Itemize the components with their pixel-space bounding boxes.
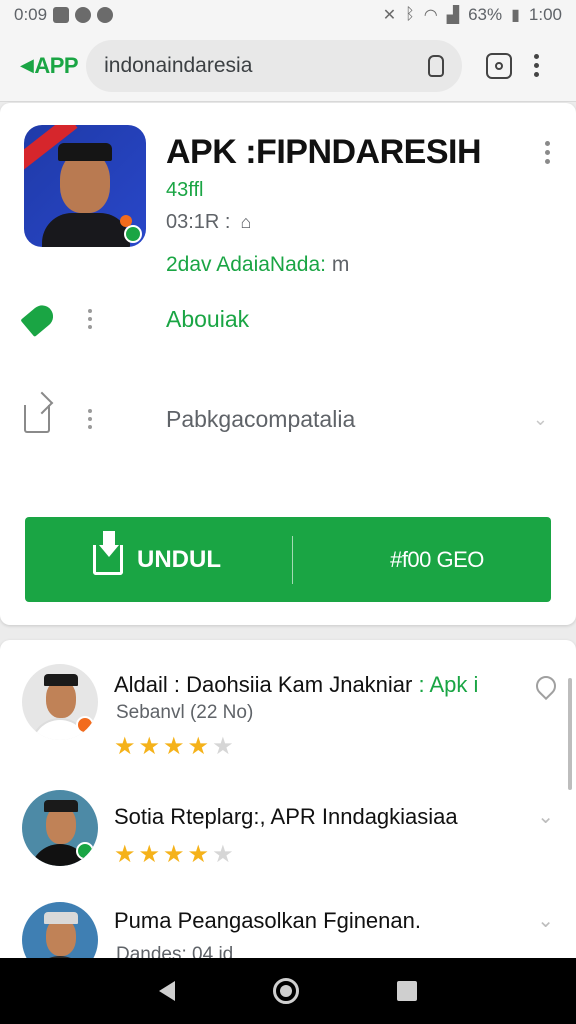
verified-icon <box>124 225 142 243</box>
app-description-suffix: m <box>331 253 350 276</box>
list-item[interactable]: Aldail : Daohsiia Kam Jnakniar : Apk i S… <box>0 660 576 770</box>
app-version: 43ffl <box>166 179 204 201</box>
app-description: 2dav AdaiaNada: m <box>166 253 349 277</box>
url-text[interactable]: indonaindaresia <box>104 54 428 78</box>
brand-text: APP <box>34 52 79 78</box>
lock-icon[interactable] <box>428 54 445 77</box>
list-item-subtitle: Sebanvl (22 No) <box>116 702 254 723</box>
compatibility-label: Pabkgacompatalia <box>166 405 356 432</box>
status-time: 0:09 <box>14 5 48 24</box>
brand-arrow-icon: ◀ <box>20 55 34 75</box>
app-description-text: 2dav AdaiaNada: <box>166 253 326 276</box>
star-icon: ★ <box>163 733 185 760</box>
browser-toolbar: ◀ APP indonaindaresia <box>0 30 576 102</box>
notification-icon <box>75 7 92 23</box>
star-icon: ★ <box>114 733 136 760</box>
system-nav-bar <box>0 958 576 1024</box>
app-icon[interactable] <box>24 125 146 247</box>
battery-percent: 63% <box>468 5 503 24</box>
download-button[interactable]: UNDUL #f00 GEO <box>25 517 551 602</box>
settings-icon <box>97 7 114 23</box>
avatar <box>22 902 98 958</box>
avatar <box>22 790 98 866</box>
app-size-row: 03:1R : ⌂ <box>166 211 251 234</box>
bluetooth-icon: ᛒ <box>405 6 415 23</box>
app-title: APK :FIPNDARESIH <box>166 133 482 171</box>
battery-icon: ▮ <box>511 7 520 24</box>
download-size: #f00 GEO <box>390 546 484 572</box>
pin-icon[interactable] <box>531 671 561 701</box>
chevron-down-icon[interactable]: ⌄ <box>537 908 554 933</box>
chevron-down-icon[interactable]: ⌄ <box>533 409 548 430</box>
list-item[interactable]: Sotia Rteplarg:, APR Inndagkiasiaa ★ ★ ★… <box>0 786 576 896</box>
rating-stars: ★ ★ ★ ★ ★ <box>114 840 234 869</box>
brand-logo[interactable]: ◀ APP <box>20 52 79 79</box>
signal-icon: ▟ <box>446 7 460 24</box>
app-menu-button[interactable] <box>545 141 550 164</box>
list-item-title: Aldail : Daohsiia Kam Jnakniar : Apk i <box>114 672 479 697</box>
back-icon[interactable] <box>159 981 175 1001</box>
status-bar: 0:09 ✕ ᛒ ◠ ▟ 63% ▮ 1:00 <box>0 0 576 30</box>
rating-icon: ⌂ <box>240 212 252 232</box>
home-icon[interactable] <box>273 978 299 1004</box>
list-item-title: Puma Peangasolkan Fginenan. <box>114 908 421 933</box>
tabs-icon <box>495 61 504 70</box>
chevron-down-icon[interactable]: ⌄ <box>537 804 554 829</box>
star-icon: ★ <box>114 841 136 868</box>
rating-stars: ★ ★ ★ ★ ★ <box>114 732 234 761</box>
download-icon <box>93 530 123 575</box>
related-apps-list: Aldail : Daohsiia Kam Jnakniar : Apk i S… <box>0 640 576 958</box>
app-card: APK :FIPNDARESIH 43ffl 03:1R : ⌂ 2dav Ad… <box>0 103 576 625</box>
star-icon: ★ <box>138 841 161 868</box>
star-icon: ★ <box>187 733 210 760</box>
compatibility-more-icon[interactable] <box>88 409 92 429</box>
recents-icon[interactable] <box>397 981 417 1001</box>
photo-icon <box>53 7 70 23</box>
about-label: Abouiak <box>166 305 250 332</box>
tabs-button[interactable] <box>486 52 513 79</box>
status-clock: 1:00 <box>528 5 562 24</box>
list-item[interactable]: Puma Peangasolkan Fginenan. Dandes: 04 i… <box>0 896 576 958</box>
wifi-icon: ◠ <box>423 7 438 24</box>
star-empty-icon: ★ <box>212 733 234 760</box>
star-icon: ★ <box>163 841 185 868</box>
about-row[interactable]: Abouiak <box>0 289 576 349</box>
mute-icon: ✕ <box>382 7 397 24</box>
share-icon[interactable] <box>24 405 50 433</box>
browser-menu-button[interactable] <box>534 54 540 77</box>
app-size: 03:1R : <box>166 211 231 233</box>
avatar <box>22 664 98 740</box>
star-icon: ★ <box>138 733 161 760</box>
star-empty-icon: ★ <box>212 841 234 868</box>
list-item-subtitle: Dandes: 04 id <box>116 944 234 958</box>
about-more-icon[interactable] <box>88 309 92 329</box>
address-bar[interactable]: indonaindaresia <box>86 39 463 92</box>
list-item-title: Sotia Rteplarg:, APR Inndagkiasiaa <box>114 804 458 829</box>
tag-icon <box>20 300 58 338</box>
compatibility-row[interactable]: Pabkgacompatalia ⌄ <box>0 389 576 449</box>
star-icon: ★ <box>187 841 210 868</box>
download-label: UNDUL <box>137 545 221 573</box>
